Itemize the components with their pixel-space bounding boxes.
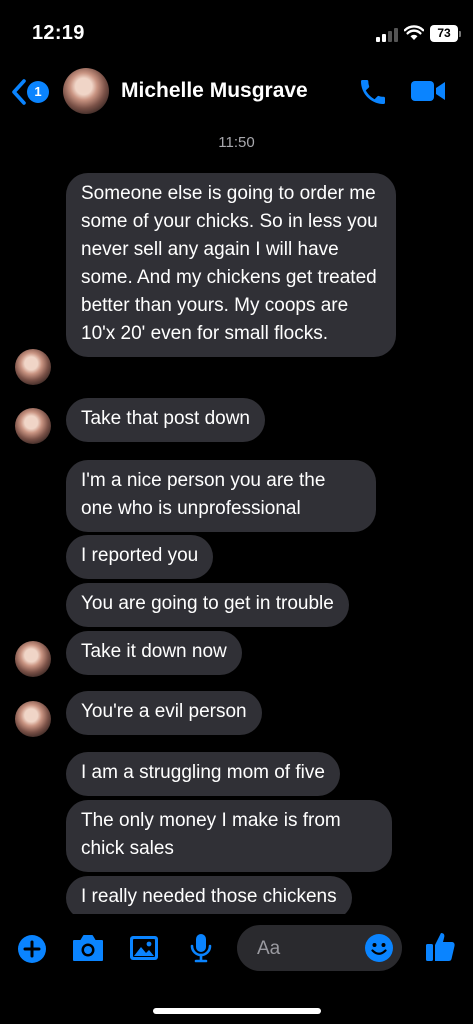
message-bubble[interactable]: You're a evil person bbox=[66, 691, 262, 735]
contact-avatar[interactable] bbox=[63, 68, 109, 114]
unread-badge: 1 bbox=[27, 81, 49, 103]
message-bubble[interactable]: Take it down now bbox=[66, 631, 242, 675]
message-input[interactable]: Aa bbox=[237, 925, 402, 971]
message-bubble[interactable]: Take that post down bbox=[66, 398, 265, 442]
message-bubble[interactable]: Someone else is going to order me some o… bbox=[66, 173, 396, 357]
camera-icon[interactable] bbox=[71, 934, 105, 962]
cellular-signal-icon bbox=[376, 28, 398, 42]
message-composer: Aa bbox=[0, 914, 473, 1024]
chat-header: 1 Michelle Musgrave bbox=[0, 62, 473, 122]
messenger-screen: 12:19 73 1 Michelle Musgrave 11:50 Someo… bbox=[0, 0, 473, 1024]
message-bubble[interactable]: I am a struggling mom of five bbox=[66, 752, 340, 796]
sender-avatar[interactable] bbox=[15, 641, 51, 677]
image-icon[interactable] bbox=[128, 934, 160, 962]
home-indicator bbox=[153, 1008, 321, 1014]
sender-avatar[interactable] bbox=[15, 701, 51, 737]
message-bubble[interactable]: I'm a nice person you are the one who is… bbox=[66, 460, 376, 532]
message-input-placeholder: Aa bbox=[257, 938, 281, 959]
message-bubble[interactable]: The only money I make is from chick sale… bbox=[66, 800, 392, 872]
status-time: 12:19 bbox=[32, 22, 85, 44]
sender-avatar[interactable] bbox=[15, 349, 51, 385]
conversation-timestamp: 11:50 bbox=[218, 134, 255, 151]
microphone-icon[interactable] bbox=[188, 932, 214, 964]
sender-avatar[interactable] bbox=[15, 408, 51, 444]
thumbs-up-icon[interactable] bbox=[423, 930, 457, 964]
contact-name[interactable]: Michelle Musgrave bbox=[121, 79, 308, 103]
message-bubble[interactable]: I reported you bbox=[66, 535, 214, 579]
message-bubble[interactable]: You are going to get in trouble bbox=[66, 583, 349, 627]
video-camera-icon[interactable] bbox=[410, 78, 446, 104]
status-bar: 12:19 73 bbox=[0, 0, 473, 62]
emoji-icon[interactable] bbox=[364, 933, 394, 963]
back-chevron-icon bbox=[12, 79, 26, 105]
battery-indicator: 73 bbox=[430, 25, 458, 42]
battery-tip bbox=[459, 31, 461, 37]
plus-icon[interactable] bbox=[17, 934, 47, 964]
wifi-icon bbox=[404, 25, 424, 40]
phone-icon[interactable] bbox=[357, 76, 389, 108]
